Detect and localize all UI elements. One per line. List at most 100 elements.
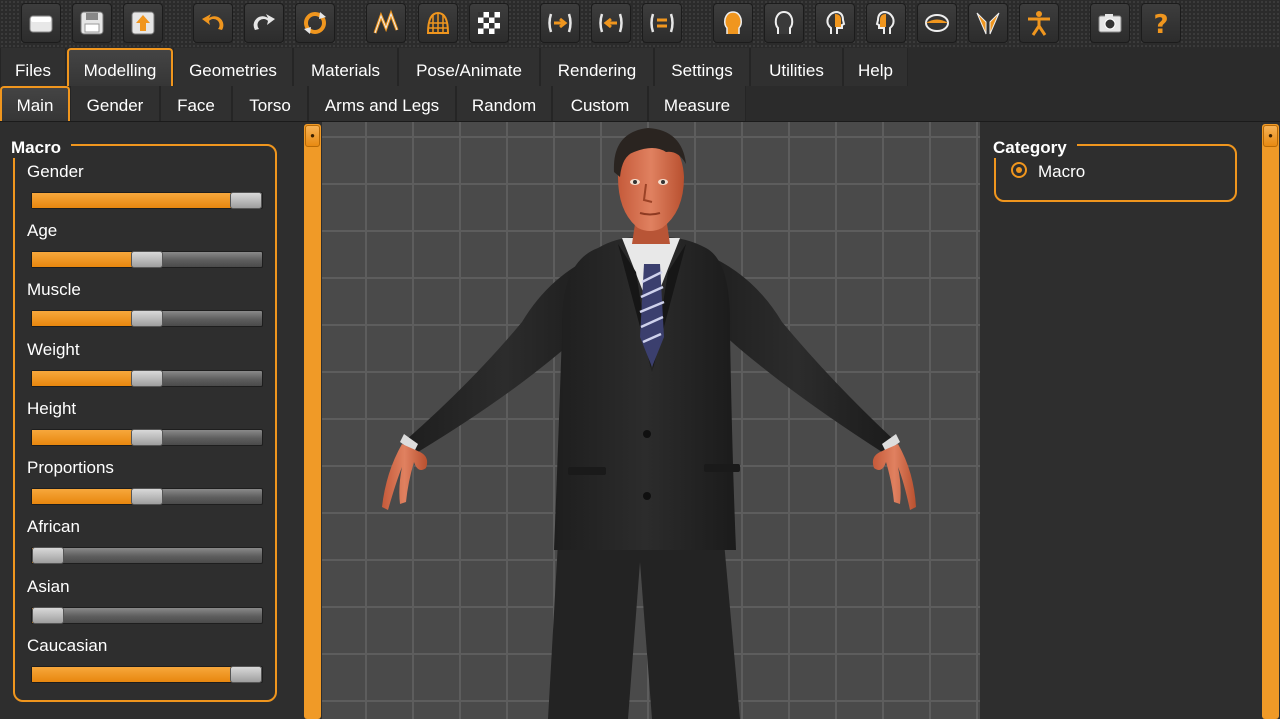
left-view-button[interactable] <box>815 3 855 43</box>
slider-fill <box>32 193 246 208</box>
category-group-title: Category <box>990 138 1077 158</box>
tab-label: Settings <box>671 61 733 80</box>
background-button[interactable] <box>469 3 509 43</box>
reset-button[interactable] <box>295 3 335 43</box>
scroll-up-button[interactable]: ● <box>305 125 320 147</box>
scroll-up-button[interactable]: ● <box>1263 125 1278 147</box>
proportions-slider-label: Proportions <box>27 458 114 477</box>
symmetry-right-icon <box>548 13 572 33</box>
main-toolbar: ? <box>0 0 1280 48</box>
subtab-custom[interactable]: Custom <box>552 86 648 121</box>
tab-rendering[interactable]: Rendering <box>540 48 654 86</box>
left-panel-scrollbar[interactable]: ● <box>304 124 321 719</box>
help-icon: ? <box>1153 10 1168 38</box>
slider-handle[interactable] <box>230 192 262 209</box>
save-button[interactable] <box>72 3 112 43</box>
slider-fill <box>32 252 147 267</box>
subtab-random[interactable]: Random <box>456 86 552 121</box>
3d-viewport[interactable] <box>322 122 980 719</box>
slider-handle[interactable] <box>131 310 163 327</box>
undo-button[interactable] <box>193 3 233 43</box>
subtab-label: Main <box>16 96 54 115</box>
slider-handle[interactable] <box>131 488 163 505</box>
bottom-view-button[interactable] <box>968 3 1008 43</box>
muscle-slider[interactable] <box>31 310 263 327</box>
smooth-button[interactable] <box>366 3 406 43</box>
wireframe-button[interactable] <box>418 3 458 43</box>
tab-label: Geometries <box>189 61 277 80</box>
subtab-main[interactable]: Main <box>0 86 70 121</box>
macro-radio-label[interactable]: Macro <box>1038 162 1085 182</box>
right-panel-scrollbar[interactable]: ● <box>1262 124 1279 719</box>
slider-handle[interactable] <box>131 429 163 446</box>
subtab-arms-and-legs[interactable]: Arms and Legs <box>308 86 456 121</box>
reset-camera-button[interactable] <box>1019 3 1059 43</box>
subtab-label: Random <box>471 96 537 115</box>
subtab-label: Measure <box>663 96 731 115</box>
help-button[interactable]: ? <box>1141 3 1181 43</box>
reset-camera-icon <box>1028 11 1050 36</box>
symmetry-button[interactable] <box>642 3 682 43</box>
back-view-icon <box>774 10 794 34</box>
tab-label: Rendering <box>557 61 637 80</box>
subtab-measure[interactable]: Measure <box>648 86 746 121</box>
subtab-face[interactable]: Face <box>160 86 232 121</box>
front-view-icon <box>724 11 742 34</box>
left-view-icon <box>826 10 846 34</box>
right-view-button[interactable] <box>866 3 906 43</box>
tab-label: Modelling <box>83 61 157 80</box>
save-icon <box>80 11 104 35</box>
age-slider-label: Age <box>27 221 58 240</box>
slider-handle[interactable] <box>230 666 262 683</box>
age-slider[interactable] <box>31 251 263 268</box>
slider-handle[interactable] <box>32 607 64 624</box>
main-tab-bar: Files Modelling Geometries Materials Pos… <box>0 48 1280 86</box>
export-button[interactable] <box>123 3 163 43</box>
tab-help[interactable]: Help <box>843 48 908 86</box>
african-slider[interactable] <box>31 547 263 564</box>
subtab-gender[interactable]: Gender <box>70 86 160 121</box>
asian-slider[interactable] <box>31 607 263 624</box>
tab-geometries[interactable]: Geometries <box>173 48 293 86</box>
subtab-label: Gender <box>86 96 144 115</box>
front-view-button[interactable] <box>713 3 753 43</box>
weight-slider[interactable] <box>31 370 263 387</box>
subtab-label: Custom <box>570 96 630 115</box>
subtab-label: Arms and Legs <box>324 96 440 115</box>
screenshot-button[interactable] <box>1090 3 1130 43</box>
slider-handle[interactable] <box>32 547 64 564</box>
tab-files[interactable]: Files <box>0 48 66 86</box>
redo-button[interactable] <box>244 3 284 43</box>
gender-slider-label: Gender <box>27 162 84 181</box>
bottom-view-icon <box>976 12 1000 35</box>
subtab-torso[interactable]: Torso <box>232 86 308 121</box>
subtab-label: Torso <box>249 96 291 115</box>
svg-text:?: ? <box>1153 10 1168 38</box>
undo-icon <box>202 14 224 30</box>
new-file-button[interactable] <box>21 3 61 43</box>
macro-radio-button[interactable] <box>1011 162 1027 178</box>
caucasian-slider[interactable] <box>31 666 263 683</box>
weight-slider-label: Weight <box>27 340 80 359</box>
symmetry-left-icon <box>599 13 623 33</box>
height-slider[interactable] <box>31 429 263 446</box>
proportions-slider[interactable] <box>31 488 263 505</box>
symmetry-left-button[interactable] <box>591 3 631 43</box>
tab-pose-animate[interactable]: Pose/Animate <box>398 48 540 86</box>
tab-materials[interactable]: Materials <box>293 48 398 86</box>
tab-utilities[interactable]: Utilities <box>750 48 843 86</box>
gender-slider[interactable] <box>31 192 263 209</box>
slider-handle[interactable] <box>131 370 163 387</box>
back-view-button[interactable] <box>764 3 804 43</box>
tab-label: Files <box>15 61 51 80</box>
tab-modelling[interactable]: Modelling <box>67 48 173 86</box>
tab-settings[interactable]: Settings <box>654 48 750 86</box>
redo-icon <box>253 14 275 30</box>
export-icon <box>131 11 155 35</box>
subtab-label: Face <box>177 96 215 115</box>
slider-handle[interactable] <box>131 251 163 268</box>
symmetry-right-button[interactable] <box>540 3 580 43</box>
reset-icon <box>304 12 326 34</box>
top-view-button[interactable] <box>917 3 957 43</box>
macro-group-title: Macro <box>8 138 72 158</box>
